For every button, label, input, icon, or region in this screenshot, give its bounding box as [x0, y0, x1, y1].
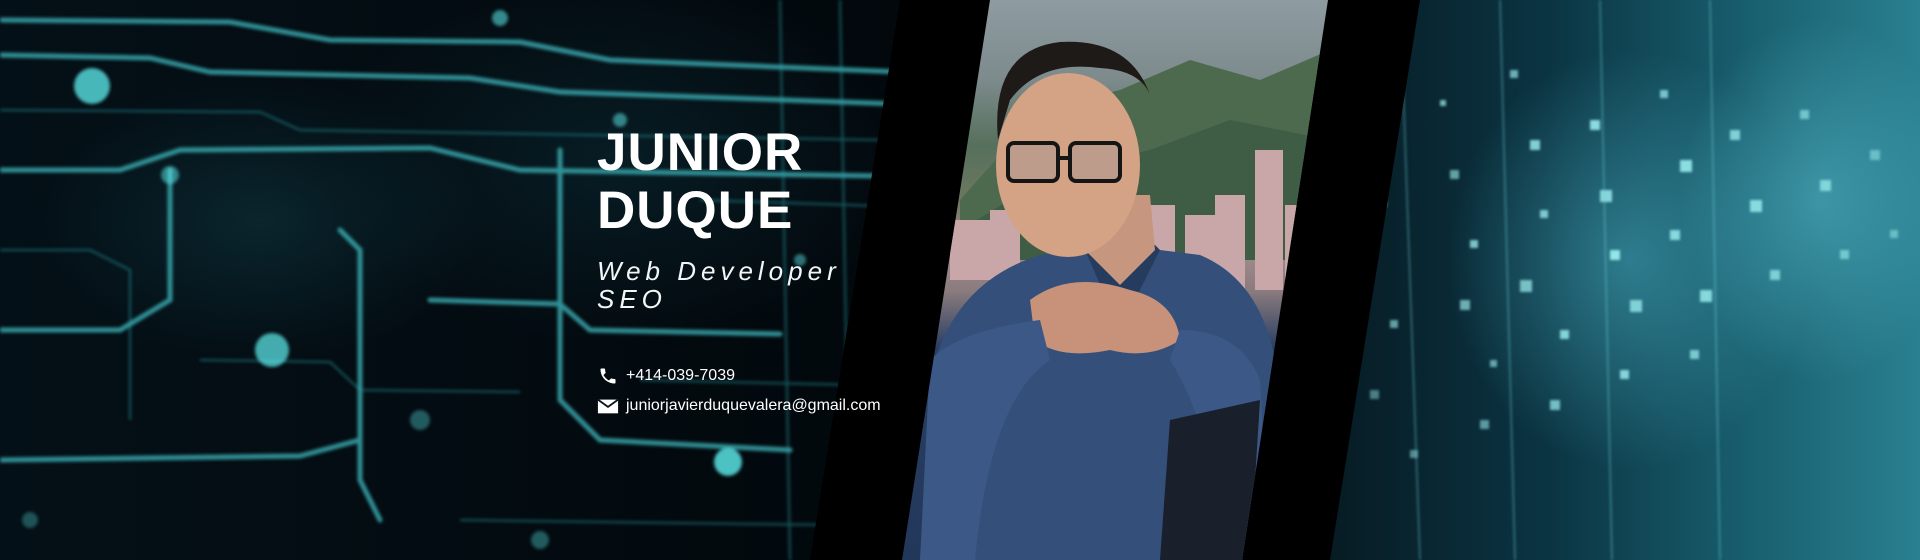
- profile-role: Web Developer SEO: [597, 257, 927, 313]
- profile-banner: JUNIOR DUQUE Web Developer SEO +414-039-…: [0, 0, 1920, 560]
- email-row: juniorjavierduquevalera@gmail.com: [597, 391, 927, 421]
- first-name: JUNIOR: [597, 123, 804, 182]
- profile-name: JUNIOR DUQUE: [597, 124, 927, 240]
- phone-icon: [600, 368, 616, 384]
- phone-row: +414-039-7039: [597, 361, 927, 391]
- last-name: DUQUE: [597, 181, 794, 240]
- contact-info: +414-039-7039 juniorjavierduquevalera@gm…: [597, 361, 927, 421]
- email-address[interactable]: juniorjavierduquevalera@gmail.com: [626, 397, 881, 415]
- phone-number[interactable]: +414-039-7039: [626, 367, 735, 385]
- profile-info: JUNIOR DUQUE Web Developer SEO +414-039-…: [597, 124, 927, 421]
- envelope-icon: [597, 398, 619, 414]
- role-line-1: Web Developer: [597, 256, 841, 286]
- role-line-2: SEO: [597, 284, 667, 314]
